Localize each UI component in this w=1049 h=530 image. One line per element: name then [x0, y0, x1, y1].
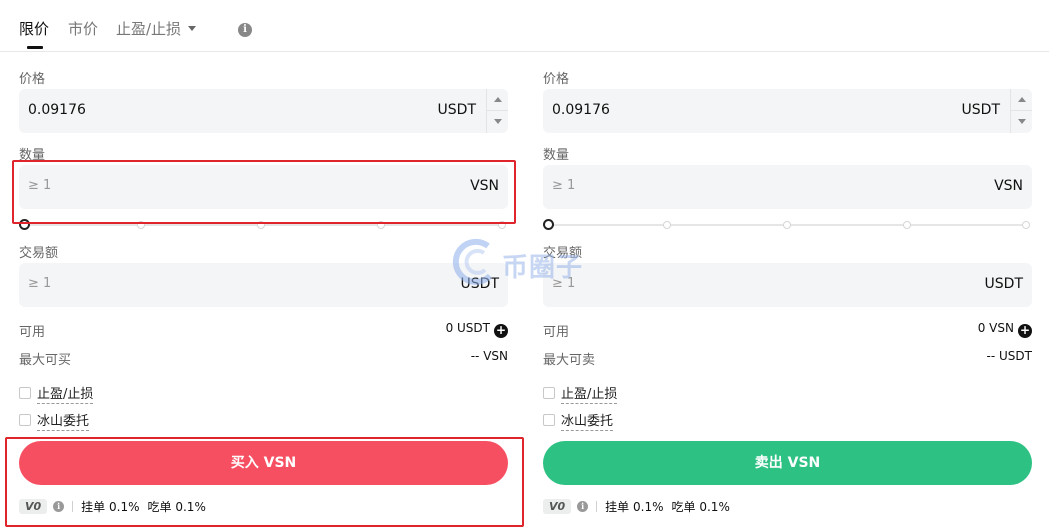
max-sell-row: 最大可卖 -- USDT — [543, 349, 1032, 368]
checkbox-icon — [543, 414, 555, 426]
buy-percent-slider[interactable] — [19, 218, 508, 232]
vip-level-badge[interactable]: V0 — [19, 499, 48, 514]
quantity-unit: VSN — [470, 178, 499, 194]
available-label: 可用 — [543, 325, 570, 340]
price-label: 价格 — [19, 72, 46, 87]
taker-rate: 0.1% — [699, 500, 730, 514]
amount-label: 交易额 — [19, 246, 59, 261]
checkbox-icon — [543, 387, 555, 399]
vip-level-badge[interactable]: V0 — [543, 499, 572, 514]
max-buy-row: 最大可买 -- VSN — [19, 349, 508, 368]
amount-placeholder: ≥ 1 — [552, 276, 576, 291]
available-value: 0 VSN — [977, 321, 1014, 335]
slider-step-25[interactable] — [663, 221, 671, 229]
quantity-placeholder: ≥ 1 — [28, 178, 52, 193]
info-icon[interactable]: i — [53, 501, 65, 512]
sell-percent-slider[interactable] — [543, 218, 1032, 232]
fee-info: V0 i 挂单 0.1% 吃单 0.1% — [543, 498, 738, 514]
stepper-down-icon — [1018, 119, 1026, 124]
iceberg-checkbox[interactable]: 冰山委托 — [19, 410, 90, 431]
price-unit: USDT — [437, 102, 476, 118]
slider-step-100[interactable] — [1022, 221, 1030, 229]
stepper-down[interactable] — [487, 111, 508, 133]
buy-price-input[interactable]: 0.09176 USDT — [19, 89, 508, 133]
iceberg-checkbox-label: 冰山委托 — [37, 414, 90, 431]
tpsl-checkbox[interactable]: 止盈/止损 — [19, 383, 94, 404]
maker-label: 挂单 — [605, 500, 630, 514]
slider-step-50[interactable] — [257, 221, 265, 229]
sell-panel: 价格 0.09176 USDT 数量 ≥ 1 VSN 交易额 ≥ 1 USDT … — [543, 0, 1033, 530]
maker-rate: 0.1% — [633, 500, 664, 514]
stepper-up[interactable] — [487, 89, 508, 111]
sell-button[interactable]: 卖出 VSN — [543, 441, 1032, 485]
quantity-unit: VSN — [994, 178, 1023, 194]
quantity-label: 数量 — [19, 148, 46, 163]
sell-quantity-input[interactable]: ≥ 1 VSN — [543, 165, 1032, 209]
maker-fee: 挂单 0.1% — [81, 500, 139, 514]
amount-label: 交易额 — [543, 246, 583, 261]
maker-label: 挂单 — [81, 500, 106, 514]
stepper-up[interactable] — [1011, 89, 1032, 111]
tpsl-checkbox-label: 止盈/止损 — [561, 387, 618, 404]
available-value-group: 0 VSN + — [978, 321, 1032, 338]
price-stepper — [1010, 89, 1032, 133]
max-buy-label: 最大可买 — [19, 353, 72, 368]
quantity-placeholder: ≥ 1 — [552, 178, 576, 193]
buy-quantity-input[interactable]: ≥ 1 VSN — [19, 165, 508, 209]
available-value: 0 USDT — [445, 321, 490, 335]
slider-handle[interactable] — [19, 219, 30, 230]
max-sell-label: 最大可卖 — [543, 353, 596, 368]
stepper-up-icon — [494, 97, 502, 102]
available-label: 可用 — [19, 325, 46, 340]
taker-rate: 0.1% — [175, 500, 206, 514]
divider — [596, 501, 598, 512]
taker-fee: 吃单 0.1% — [672, 500, 730, 514]
slider-handle[interactable] — [543, 219, 554, 230]
plus-circle-icon[interactable]: + — [1018, 324, 1032, 338]
tpsl-checkbox[interactable]: 止盈/止损 — [543, 383, 618, 404]
taker-label: 吃单 — [147, 500, 172, 514]
max-buy-value: -- VSN — [470, 349, 508, 363]
price-value: 0.09176 — [28, 102, 86, 118]
taker-label: 吃单 — [671, 500, 696, 514]
checkbox-icon — [19, 414, 31, 426]
slider-step-25[interactable] — [137, 221, 145, 229]
fee-info: V0 i 挂单 0.1% 吃单 0.1% — [19, 498, 214, 514]
available-value-group: 0 USDT + — [446, 321, 508, 338]
buy-panel: 价格 0.09176 USDT 数量 ≥ 1 VSN 交易额 ≥ 1 USDT … — [19, 0, 509, 530]
maker-rate: 0.1% — [109, 500, 140, 514]
checkbox-icon — [19, 387, 31, 399]
slider-step-50[interactable] — [783, 221, 791, 229]
max-sell-value: -- USDT — [986, 349, 1032, 363]
sell-price-input[interactable]: 0.09176 USDT — [543, 89, 1032, 133]
available-row: 可用 0 VSN + — [543, 321, 1032, 340]
stepper-down-icon — [494, 119, 502, 124]
iceberg-checkbox-label: 冰山委托 — [561, 414, 614, 431]
stepper-down[interactable] — [1011, 111, 1032, 133]
available-row: 可用 0 USDT + — [19, 321, 508, 340]
stepper-up-icon — [1018, 97, 1026, 102]
sell-amount-input[interactable]: ≥ 1 USDT — [543, 263, 1032, 307]
slider-step-75[interactable] — [377, 221, 385, 229]
price-stepper — [486, 89, 508, 133]
plus-circle-icon[interactable]: + — [494, 324, 508, 338]
price-value: 0.09176 — [552, 102, 610, 118]
iceberg-checkbox[interactable]: 冰山委托 — [543, 410, 614, 431]
amount-unit: USDT — [984, 276, 1023, 292]
slider-step-100[interactable] — [498, 221, 506, 229]
amount-unit: USDT — [460, 276, 499, 292]
price-label: 价格 — [543, 72, 570, 87]
buy-button[interactable]: 买入 VSN — [19, 441, 508, 485]
tpsl-checkbox-label: 止盈/止损 — [37, 387, 94, 404]
buy-amount-input[interactable]: ≥ 1 USDT — [19, 263, 508, 307]
divider — [72, 501, 74, 512]
quantity-label: 数量 — [543, 148, 570, 163]
amount-placeholder: ≥ 1 — [28, 276, 52, 291]
slider-step-75[interactable] — [903, 221, 911, 229]
price-unit: USDT — [961, 102, 1000, 118]
maker-fee: 挂单 0.1% — [605, 500, 663, 514]
taker-fee: 吃单 0.1% — [148, 500, 206, 514]
info-icon[interactable]: i — [577, 501, 589, 512]
